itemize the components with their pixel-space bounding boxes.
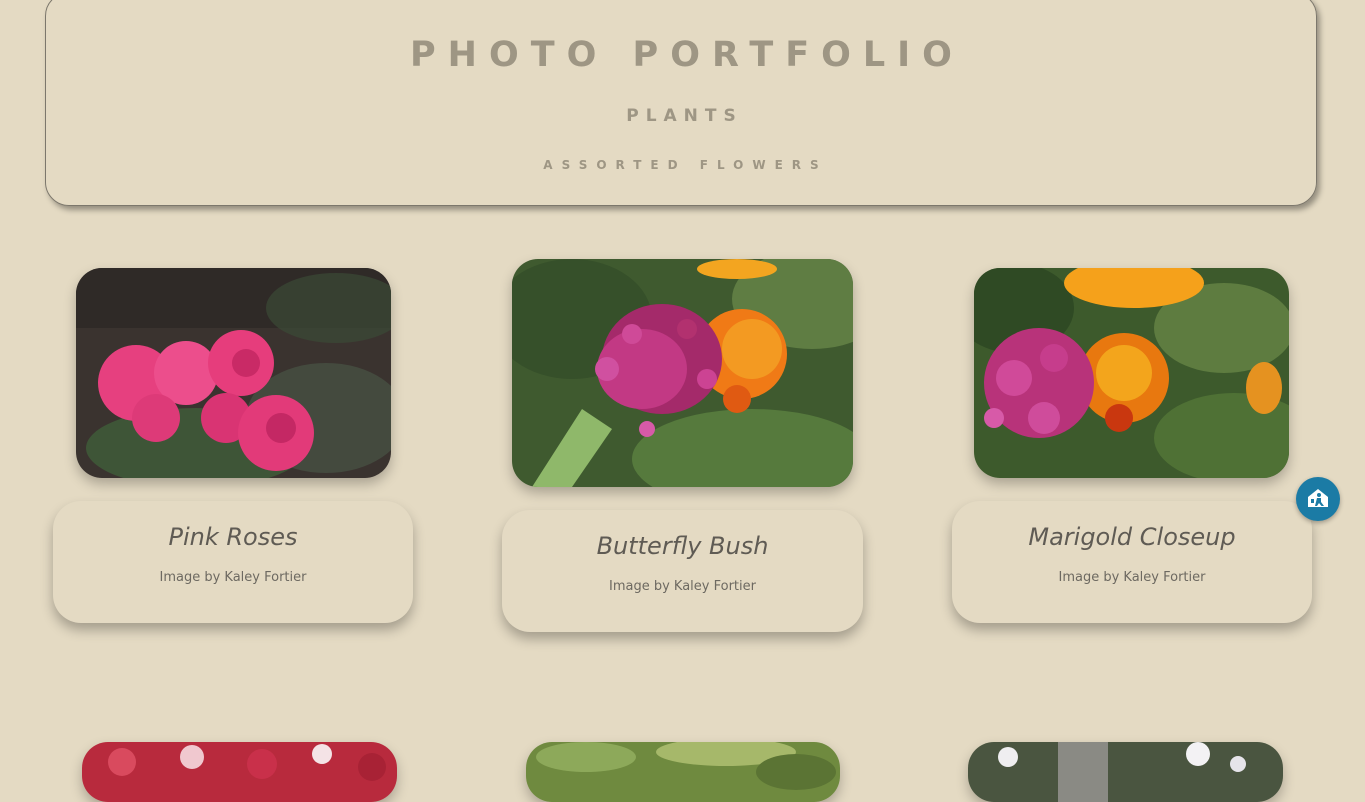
page-title: PHOTO PORTFOLIO [410,35,964,75]
red-flowers-photo[interactable] [82,742,397,802]
white-flowers-photo[interactable] [968,742,1283,802]
marigold-closeup-photo[interactable] [974,268,1289,478]
page-category: ASSORTED FLOWERS [543,158,828,172]
accessibility-icon [1305,485,1331,513]
butterfly-bush-photo[interactable] [512,259,853,487]
photo-credit: Image by Kaley Fortier [159,570,307,585]
pink-roses-photo[interactable] [76,268,391,478]
photo-title: Marigold Closeup [1028,523,1236,551]
photo-title: Butterfly Bush [596,532,769,560]
caption-card: Pink Roses Image by Kaley Fortier [53,501,413,623]
photo-credit: Image by Kaley Fortier [609,579,756,594]
portfolio-header: PHOTO PORTFOLIO PLANTS ASSORTED FLOWERS [45,0,1317,206]
page-subtitle: PLANTS [626,106,743,126]
green-foliage-photo[interactable] [526,742,840,802]
caption-card: Marigold Closeup Image by Kaley Fortier [952,501,1312,623]
photo-title: Pink Roses [168,523,298,551]
accessibility-button[interactable] [1296,477,1340,521]
photo-credit: Image by Kaley Fortier [1058,570,1206,585]
caption-card: Butterfly Bush Image by Kaley Fortier [502,510,863,632]
